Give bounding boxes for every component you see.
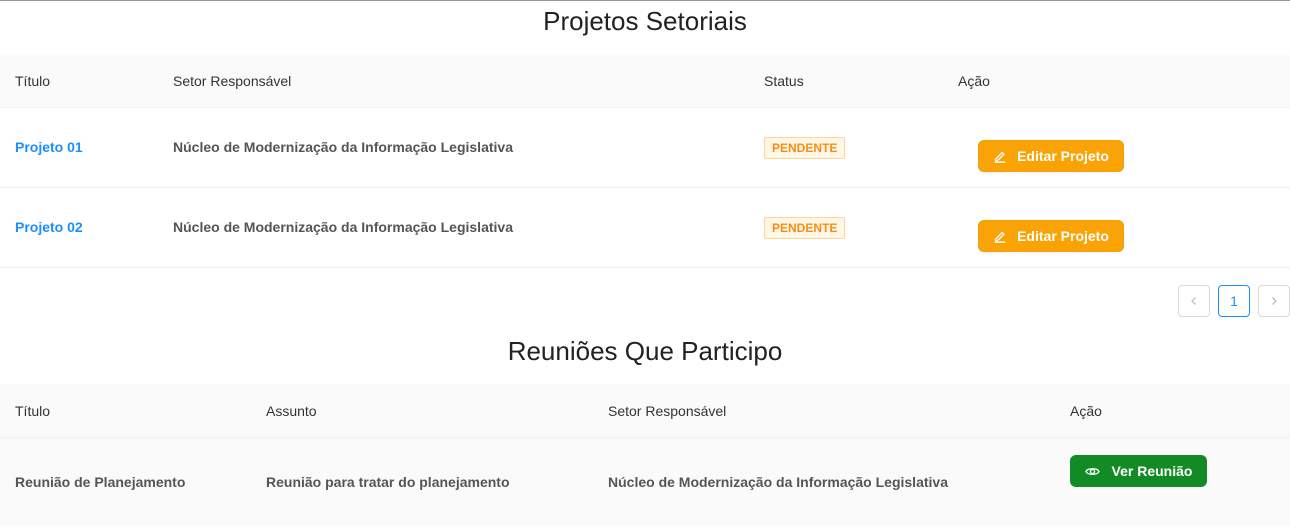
edit-project-label: Editar Projeto: [1017, 148, 1109, 164]
col-title-header: Título: [15, 73, 51, 89]
table-row: Projeto 02 Núcleo de Modernização da Inf…: [0, 188, 1290, 268]
col-subject-header: Assunto: [266, 403, 317, 419]
edit-project-button[interactable]: Editar Projeto: [978, 220, 1124, 252]
col-sector-header: Setor Responsável: [173, 73, 292, 89]
chevron-left-icon: [1191, 297, 1196, 305]
edit-project-button[interactable]: Editar Projeto: [978, 140, 1124, 172]
chevron-right-icon: [1272, 297, 1277, 305]
col-title-header: Título: [15, 403, 51, 419]
pagination-page-1[interactable]: 1: [1218, 285, 1250, 317]
edit-icon: [994, 231, 1006, 243]
eye-icon: [1084, 467, 1100, 475]
view-meeting-button[interactable]: Ver Reunião: [1070, 455, 1207, 487]
meetings-table-header: Título Assunto Setor Responsável Ação: [0, 384, 1290, 438]
table-row: Projeto 01 Núcleo de Modernização da Inf…: [0, 108, 1290, 188]
project-sector: Núcleo de Modernização da Informação Leg…: [173, 139, 513, 155]
meeting-title: Reunião de Planejamento: [15, 474, 186, 490]
pagination-next-button[interactable]: [1258, 285, 1290, 317]
view-meeting-label: Ver Reunião: [1111, 463, 1193, 479]
meetings-section-title: Reuniões Que Participo: [507, 336, 783, 366]
projects-section-title: Projetos Setoriais: [543, 6, 747, 36]
pagination-prev-button[interactable]: [1178, 285, 1210, 317]
project-sector: Núcleo de Modernização da Informação Leg…: [173, 219, 513, 235]
col-action-header: Ação: [958, 73, 990, 89]
meetings-table: Título Assunto Setor Responsável Ação Re…: [0, 384, 1290, 526]
table-row: Reunião de Planejamento Reunião para tra…: [0, 438, 1290, 526]
col-action-header: Ação: [1070, 403, 1102, 419]
status-badge: PENDENTE: [764, 137, 846, 159]
col-status-header: Status: [764, 73, 804, 89]
project-title-link[interactable]: Projeto 02: [15, 219, 83, 235]
projects-table-header: Título Setor Responsável Status Ação: [0, 54, 1290, 108]
projects-table: Título Setor Responsável Status Ação Pro…: [0, 54, 1290, 268]
col-sector-header: Setor Responsável: [608, 403, 727, 419]
meeting-subject: Reunião para tratar do planejamento: [266, 474, 510, 490]
project-title-link[interactable]: Projeto 01: [15, 139, 83, 155]
edit-project-label: Editar Projeto: [1017, 228, 1109, 244]
edit-icon: [994, 151, 1006, 163]
top-border: [0, 0, 1290, 1]
meeting-sector: Núcleo de Modernização da Informação Leg…: [608, 474, 948, 490]
status-badge: PENDENTE: [764, 217, 846, 239]
